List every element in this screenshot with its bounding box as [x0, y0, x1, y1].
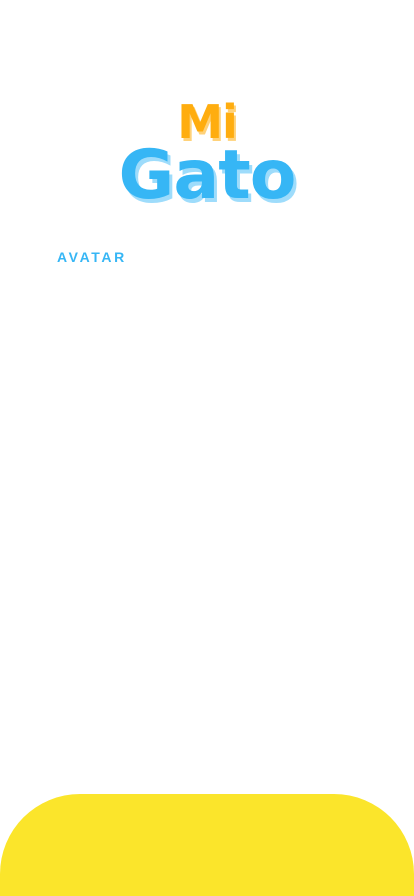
app-logo: Mi Gato	[0, 96, 414, 212]
bottom-panel	[0, 794, 414, 896]
logo-text-gato: Gato	[118, 136, 297, 215]
avatar-section-label: AVATAR	[57, 249, 127, 265]
